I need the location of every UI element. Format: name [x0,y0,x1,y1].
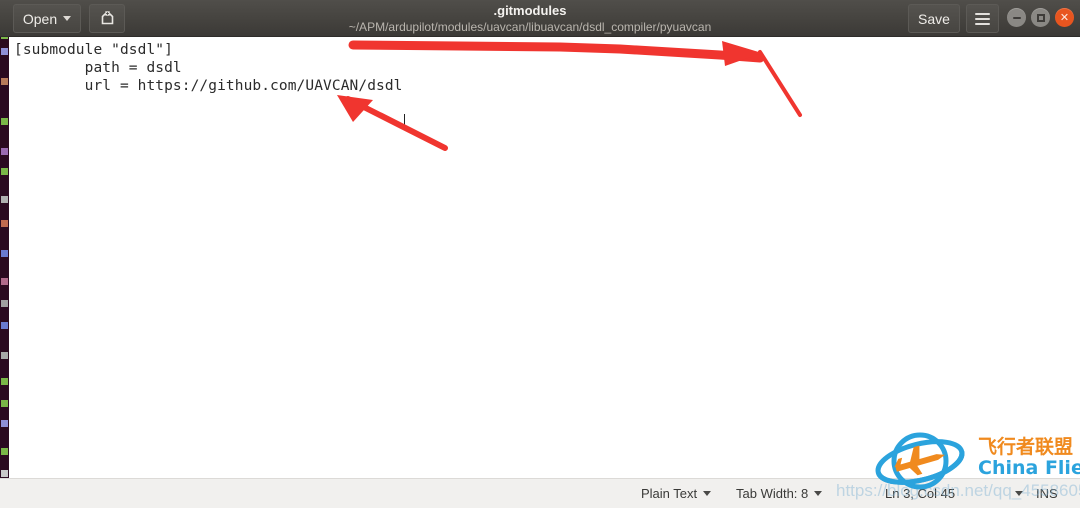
chevron-down-icon [703,491,712,496]
chevron-down-icon[interactable] [1015,491,1024,496]
hamburger-menu-button[interactable] [966,4,999,33]
tab-width-selector[interactable]: Tab Width: 8 [736,479,823,508]
title-block: .gitmodules ~/APM/ardupilot/modules/uavc… [160,2,900,35]
text-editor-window: Open .gitmodules ~/APM/ardupilot/modules… [0,0,1080,508]
save-button[interactable]: Save [908,4,960,33]
editor-area[interactable]: [submodule "dsdl"] path = dsdl url = htt… [9,37,1080,478]
chevron-down-icon [63,16,72,21]
maximize-icon[interactable] [1031,8,1050,27]
editor-text-content[interactable]: [submodule "dsdl"] path = dsdl url = htt… [9,37,1080,95]
cursor-position-indicator: Ln 3, Col 45 [885,479,1024,508]
window-controls: ✕ [1007,8,1074,27]
title-bar[interactable]: Open .gitmodules ~/APM/ardupilot/modules… [0,0,1080,37]
window-title: .gitmodules [493,3,567,18]
tab-width-label: Tab Width: 8 [736,486,809,501]
close-icon[interactable]: ✕ [1055,8,1074,27]
insert-mode-indicator[interactable]: INS [1036,479,1058,508]
screen: Open .gitmodules ~/APM/ardupilot/modules… [0,0,1080,508]
minimize-icon[interactable] [1007,8,1026,27]
insert-mode-label: INS [1036,486,1058,501]
hamburger-menu-icon [975,12,990,25]
new-document-icon [99,9,116,29]
save-button-label: Save [918,10,950,27]
open-button-label: Open [22,10,58,27]
status-bar: Plain Text Tab Width: 8 Ln 3, Col 45 INS [0,478,1080,508]
new-document-button[interactable] [89,4,125,33]
language-mode-label: Plain Text [641,486,698,501]
language-mode-selector[interactable]: Plain Text [641,479,712,508]
open-button[interactable]: Open [13,4,81,33]
cursor-position-label: Ln 3, Col 45 [885,486,956,501]
text-cursor [404,114,405,129]
window-subtitle-path: ~/APM/ardupilot/modules/uavcan/libuavcan… [348,20,712,34]
chevron-down-icon [814,491,823,496]
